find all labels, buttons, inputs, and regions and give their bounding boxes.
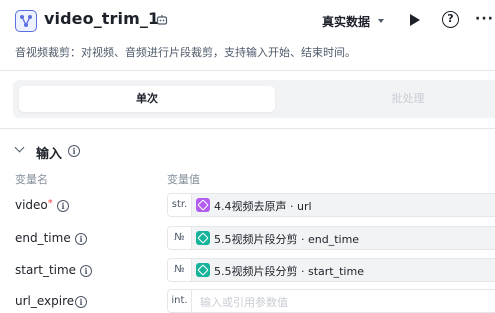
tab-batch[interactable]: 批处理 (353, 86, 463, 112)
robot-icon (156, 15, 168, 25)
caret-down-icon[interactable] (378, 19, 384, 23)
type-tag: int. (168, 290, 192, 312)
more-icon[interactable]: ··· (475, 11, 494, 27)
divider (0, 70, 495, 71)
source-node-icon (196, 263, 210, 277)
param-name: video (15, 198, 48, 212)
variable-reference[interactable]: 5.5视频片段分剪 · end_time (214, 231, 359, 247)
param-label-end-time: end_time (15, 231, 71, 245)
param-name: end_time (15, 231, 71, 245)
variable-reference[interactable]: 5.5视频片段分剪 · start_time (214, 263, 364, 279)
param-name: url_expire (15, 294, 75, 308)
node-title[interactable]: video_trim_1 (44, 9, 159, 28)
param-label-video: video* (15, 198, 53, 212)
required-mark: * (47, 198, 53, 209)
data-mode-select[interactable]: 真实数据 (322, 13, 370, 30)
param-value-start-time[interactable]: № 5.5视频片段分剪 · start_time (167, 258, 495, 282)
param-value-video[interactable]: str. 4.4视频去原声 · url (167, 193, 495, 217)
column-header-name: 变量名 (15, 173, 48, 186)
tab-single[interactable]: 单次 (19, 86, 275, 112)
type-tag: № (168, 227, 192, 249)
param-value-url-expire[interactable]: int. 输入或引用参数值 (167, 289, 495, 313)
input-section-title[interactable]: 输入 (36, 143, 62, 162)
run-mode-tabs: 单次 批处理 (13, 80, 495, 118)
source-node-icon (196, 198, 210, 212)
workflow-node-icon (15, 10, 37, 32)
node-description: 音视频裁剪：对视频、音频进行片段裁剪，支持输入开始、结束时间。 (15, 46, 356, 59)
info-icon[interactable]: i (68, 145, 80, 157)
info-icon[interactable]: i (80, 265, 92, 277)
info-icon[interactable]: i (75, 233, 87, 245)
param-value-end-time[interactable]: № 5.5视频片段分剪 · end_time (167, 226, 495, 250)
node-header: video_trim_1 真实数据 ? ··· (0, 0, 495, 40)
type-tag: str. (168, 194, 192, 216)
param-label-url-expire: url_expire (15, 294, 74, 308)
help-icon[interactable]: ? (442, 11, 459, 28)
divider (0, 128, 495, 129)
info-icon[interactable]: i (75, 296, 87, 308)
source-node-icon (196, 231, 210, 245)
value-input-placeholder[interactable]: 输入或引用参数值 (200, 294, 288, 310)
variable-reference[interactable]: 4.4视频去原声 · url (214, 198, 312, 214)
param-name: start_time (15, 263, 77, 277)
play-icon[interactable] (410, 14, 420, 26)
info-icon[interactable]: i (57, 200, 69, 212)
type-tag: № (168, 259, 192, 281)
param-label-start-time: start_time (15, 263, 76, 277)
chevron-down-icon[interactable] (14, 142, 25, 153)
column-header-value: 变量值 (167, 173, 200, 186)
